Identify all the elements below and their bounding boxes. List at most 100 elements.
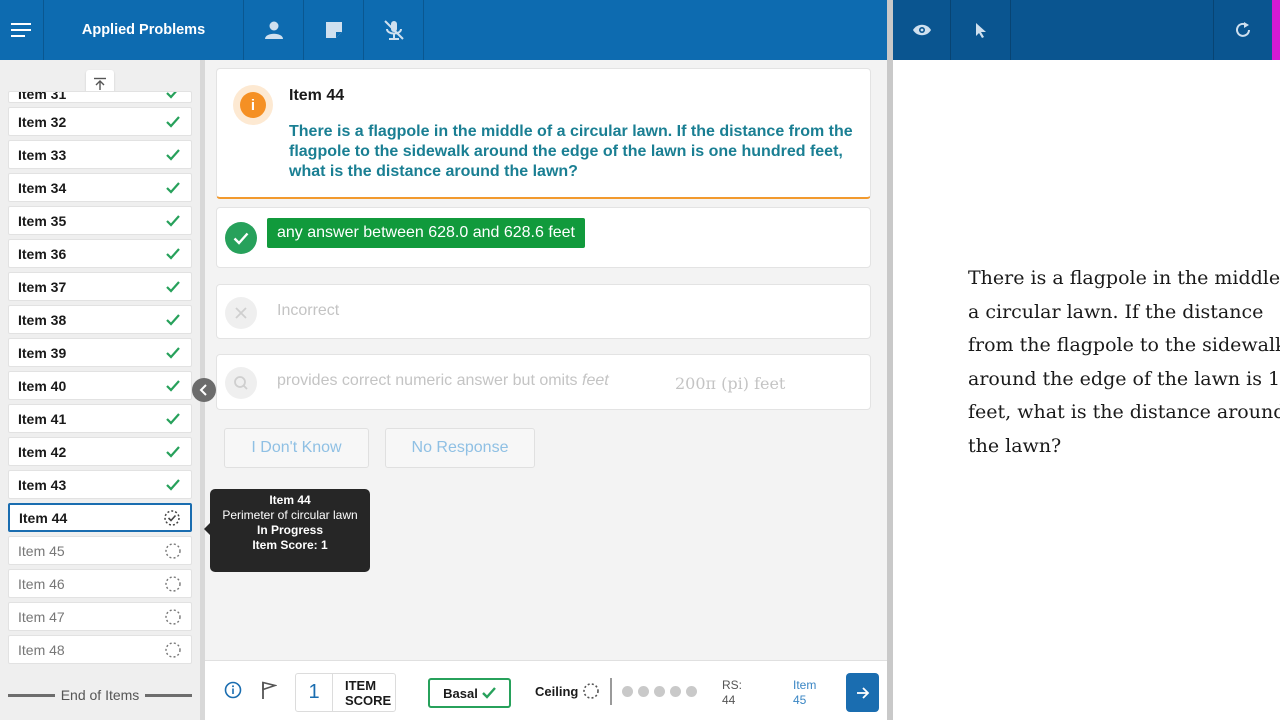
sidebar-item[interactable]: Item 37: [8, 272, 192, 301]
tooltip-arrow: [204, 523, 210, 535]
ceiling-indicator[interactable]: Ceiling: [535, 682, 600, 700]
question-title: Item 44: [289, 87, 345, 104]
next-item-label-text: Item: [793, 678, 817, 692]
item-tooltip: Item 44 Perimeter of circular lawn In Pr…: [204, 489, 370, 572]
tooltip-description: Perimeter of circular lawn: [222, 508, 358, 522]
flag-item-button[interactable]: [261, 681, 277, 699]
end-of-items-label: End of Items: [60, 687, 140, 703]
eye-icon: [912, 24, 931, 36]
question-text: There is a flagpole in the middle of a c…: [289, 123, 853, 180]
item-score-label-line1: ITEM: [345, 677, 377, 693]
sidebar-item-label: Item 43: [18, 476, 67, 493]
sidebar-item[interactable]: Item 32: [8, 107, 192, 136]
sidebar-item-label: Item 36: [18, 245, 67, 262]
correct-answer-label: any answer between 628.0 and 628.6 feet: [267, 218, 585, 248]
incorrect-answer-label: Incorrect: [277, 302, 340, 319]
sidebar-item[interactable]: Item 39: [8, 338, 192, 367]
item-score-value: 1: [296, 674, 333, 711]
mute-button[interactable]: [364, 0, 424, 60]
check-icon: [481, 687, 496, 699]
check-icon: [164, 113, 182, 131]
examinee-button[interactable]: [244, 0, 304, 60]
x-circle-icon: [225, 297, 257, 329]
sidebar-item[interactable]: Item 41: [8, 404, 192, 433]
answer-option-correct[interactable]: any answer between 628.0 and 628.6 feet: [216, 207, 871, 268]
basal-indicator[interactable]: Basal: [428, 678, 511, 708]
sidebar-item-label: Item 45: [18, 542, 65, 559]
sidebar-item-label: Item 33: [18, 146, 67, 163]
sidebar-item-31[interactable]: Item 31: [8, 91, 192, 103]
collapse-sidebar-button[interactable]: [192, 378, 216, 402]
sidebar-item[interactable]: Item 33: [8, 140, 192, 169]
app-title: Applied Problems: [44, 0, 244, 60]
tooltip-status: In Progress: [256, 523, 324, 537]
menu-button[interactable]: [0, 0, 44, 60]
sidebar-item[interactable]: Item 46: [8, 569, 192, 598]
sidebar-item-label: Item 40: [18, 377, 67, 394]
refresh-button[interactable]: [1213, 0, 1271, 60]
panel-edge-marker: [1272, 0, 1280, 60]
cursor-icon: [975, 23, 986, 38]
sidebar-item[interactable]: Item 38: [8, 305, 192, 334]
progress-dot: [638, 686, 649, 697]
sidebar-item[interactable]: Item 36: [8, 239, 192, 268]
sidebar-item[interactable]: Item 43: [8, 470, 192, 499]
pending-circle-icon: [583, 683, 600, 699]
sidebar-item-label: Item 35: [18, 212, 67, 229]
panel-splitter[interactable]: [887, 0, 893, 720]
dont-know-button[interactable]: I Don't Know: [224, 428, 369, 468]
sidebar-item[interactable]: Item 47: [8, 602, 192, 631]
answer-option-incorrect[interactable]: Incorrect: [216, 284, 871, 339]
next-item-label[interactable]: Item 45: [793, 678, 816, 708]
sidebar-item[interactable]: Item 34: [8, 173, 192, 202]
answer-option-query[interactable]: provides correct numeric answer but omit…: [216, 354, 871, 410]
sidebar-item-label: Item 39: [18, 344, 67, 361]
sidebar-item[interactable]: Item 40: [8, 371, 192, 400]
next-item-button[interactable]: [846, 673, 879, 712]
item-score-box[interactable]: 1 ITEM SCORE: [295, 673, 396, 712]
check-icon: [164, 212, 182, 230]
question-card: i Item 44 There is a flagpole in the mid…: [216, 68, 871, 199]
item-score-label: ITEM SCORE: [333, 678, 391, 708]
view-button[interactable]: [893, 0, 951, 60]
info-icon: i: [240, 92, 266, 118]
sidebar-item[interactable]: Item 48: [8, 635, 192, 664]
pending-circle-icon: [164, 641, 182, 659]
reading-panel-toolbar: [893, 0, 1280, 60]
sidebar-item[interactable]: Item 35: [8, 206, 192, 235]
info-badge[interactable]: i: [233, 85, 273, 125]
sidebar-item[interactable]: Item 45: [8, 536, 192, 565]
note-icon: [325, 22, 342, 38]
chevron-left-icon: [199, 384, 207, 396]
sidebar-item-label: Item 44: [19, 509, 68, 526]
sidebar-item-label: Item 48: [18, 641, 65, 658]
tooltip-score: Item Score: 1: [252, 538, 328, 552]
pointer-button[interactable]: [951, 0, 1011, 60]
sidebar-item[interactable]: Item 44: [8, 503, 192, 532]
sidebar-item-label: Item 37: [18, 278, 67, 295]
item-info-button[interactable]: [224, 681, 242, 699]
refresh-icon: [1235, 22, 1250, 37]
check-icon: [164, 245, 182, 263]
reading-line: from the flagpole to the sidewalk: [968, 334, 1280, 356]
no-response-button[interactable]: No Response: [385, 428, 535, 468]
bottom-toolbar: 1 ITEM SCORE Basal Ceiling RS: 44 Item 45: [205, 660, 887, 720]
notes-button[interactable]: [304, 0, 364, 60]
tooltip-item: Item 44: [269, 493, 311, 507]
query-answer-text: provides correct numeric answer but omit…: [277, 372, 582, 389]
check-icon: [164, 92, 182, 102]
ceiling-label: Ceiling: [535, 683, 579, 699]
flag-icon: [262, 681, 277, 699]
menu-icon: [10, 23, 31, 37]
check-icon: [164, 410, 182, 428]
divider: [610, 678, 612, 705]
sidebar-item-label: Item 47: [18, 608, 65, 625]
item-list: Item 31 Item 32 Item 33 Item 34 Item 35 Item…: [8, 91, 192, 668]
reading-line: a circular lawn. If the distance: [968, 300, 1264, 323]
arrow-up-to-top-icon: [94, 77, 106, 90]
query-answer-label: provides correct numeric answer but omit…: [277, 372, 609, 390]
reading-line: feet, what is the distance around: [968, 401, 1280, 423]
sidebar-item-label: Item 38: [18, 311, 67, 328]
sidebar-item[interactable]: Item 42: [8, 437, 192, 466]
check-circle-icon: [225, 222, 257, 254]
